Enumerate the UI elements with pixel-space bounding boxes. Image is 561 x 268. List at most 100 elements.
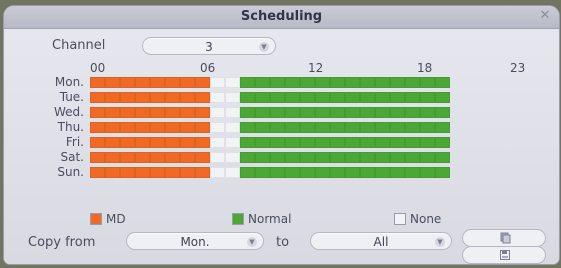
schedule-cell[interactable] xyxy=(225,92,240,103)
schedule-cell[interactable] xyxy=(195,152,210,163)
schedule-cell[interactable] xyxy=(225,152,240,163)
schedule-cell[interactable] xyxy=(255,152,270,163)
schedule-grid[interactable] xyxy=(90,77,520,211)
schedule-cell[interactable] xyxy=(225,167,240,178)
schedule-cell[interactable] xyxy=(120,152,135,163)
schedule-cell[interactable] xyxy=(390,152,405,163)
schedule-cell[interactable] xyxy=(375,77,390,88)
schedule-cell[interactable] xyxy=(90,107,105,118)
schedule-cell[interactable] xyxy=(300,152,315,163)
schedule-cell[interactable] xyxy=(405,152,420,163)
schedule-cell[interactable] xyxy=(180,137,195,148)
schedule-cell[interactable] xyxy=(435,152,450,163)
schedule-row-sat[interactable] xyxy=(90,152,520,163)
schedule-cell[interactable] xyxy=(105,77,120,88)
schedule-cell[interactable] xyxy=(285,152,300,163)
schedule-cell[interactable] xyxy=(285,107,300,118)
schedule-cell[interactable] xyxy=(315,77,330,88)
channel-select[interactable]: 3 ▼ xyxy=(142,37,276,55)
schedule-cell[interactable] xyxy=(180,167,195,178)
schedule-cell[interactable] xyxy=(300,107,315,118)
schedule-cell[interactable] xyxy=(435,122,450,133)
schedule-cell[interactable] xyxy=(150,92,165,103)
schedule-cell[interactable] xyxy=(105,152,120,163)
schedule-cell[interactable] xyxy=(165,92,180,103)
schedule-cell[interactable] xyxy=(195,107,210,118)
schedule-cell[interactable] xyxy=(420,77,435,88)
schedule-cell[interactable] xyxy=(240,137,255,148)
save-button[interactable] xyxy=(462,246,546,264)
schedule-cell[interactable] xyxy=(435,137,450,148)
schedule-cell[interactable] xyxy=(375,122,390,133)
schedule-cell[interactable] xyxy=(90,122,105,133)
schedule-cell[interactable] xyxy=(360,107,375,118)
schedule-cell[interactable] xyxy=(405,137,420,148)
copy-button[interactable] xyxy=(462,229,546,247)
schedule-cell[interactable] xyxy=(240,77,255,88)
schedule-cell[interactable] xyxy=(420,137,435,148)
schedule-cell[interactable] xyxy=(315,122,330,133)
schedule-cell[interactable] xyxy=(90,137,105,148)
schedule-row-sun[interactable] xyxy=(90,167,520,178)
schedule-row-wed[interactable] xyxy=(90,107,520,118)
schedule-cell[interactable] xyxy=(225,137,240,148)
schedule-cell[interactable] xyxy=(285,77,300,88)
schedule-cell[interactable] xyxy=(345,137,360,148)
schedule-cell[interactable] xyxy=(255,77,270,88)
schedule-cell[interactable] xyxy=(255,92,270,103)
schedule-cell[interactable] xyxy=(345,167,360,178)
schedule-cell[interactable] xyxy=(315,152,330,163)
schedule-cell[interactable] xyxy=(150,152,165,163)
schedule-cell[interactable] xyxy=(180,92,195,103)
schedule-cell[interactable] xyxy=(435,92,450,103)
schedule-cell[interactable] xyxy=(255,137,270,148)
schedule-cell[interactable] xyxy=(135,77,150,88)
schedule-row-fri[interactable] xyxy=(90,137,520,148)
schedule-cell[interactable] xyxy=(360,152,375,163)
schedule-cell[interactable] xyxy=(180,107,195,118)
schedule-cell[interactable] xyxy=(165,107,180,118)
schedule-cell[interactable] xyxy=(420,167,435,178)
schedule-cell[interactable] xyxy=(435,167,450,178)
schedule-cell[interactable] xyxy=(150,167,165,178)
schedule-cell[interactable] xyxy=(240,107,255,118)
schedule-cell[interactable] xyxy=(330,122,345,133)
schedule-cell[interactable] xyxy=(330,137,345,148)
schedule-cell[interactable] xyxy=(210,107,225,118)
close-icon[interactable]: ✕ xyxy=(537,8,553,24)
schedule-cell[interactable] xyxy=(120,122,135,133)
schedule-cell[interactable] xyxy=(120,92,135,103)
schedule-row-thu[interactable] xyxy=(90,122,520,133)
schedule-cell[interactable] xyxy=(360,122,375,133)
schedule-cell[interactable] xyxy=(270,107,285,118)
schedule-cell[interactable] xyxy=(405,77,420,88)
schedule-cell[interactable] xyxy=(210,137,225,148)
schedule-cell[interactable] xyxy=(210,167,225,178)
schedule-cell[interactable] xyxy=(300,92,315,103)
schedule-cell[interactable] xyxy=(330,77,345,88)
schedule-cell[interactable] xyxy=(135,107,150,118)
schedule-cell[interactable] xyxy=(345,77,360,88)
schedule-cell[interactable] xyxy=(285,92,300,103)
schedule-cell[interactable] xyxy=(105,122,120,133)
schedule-cell[interactable] xyxy=(90,77,105,88)
schedule-cell[interactable] xyxy=(435,107,450,118)
schedule-cell[interactable] xyxy=(390,77,405,88)
schedule-cell[interactable] xyxy=(120,77,135,88)
schedule-cell[interactable] xyxy=(255,167,270,178)
schedule-cell[interactable] xyxy=(105,167,120,178)
schedule-row-mon[interactable] xyxy=(90,77,520,88)
schedule-cell[interactable] xyxy=(375,167,390,178)
schedule-cell[interactable] xyxy=(285,137,300,148)
schedule-cell[interactable] xyxy=(195,122,210,133)
schedule-cell[interactable] xyxy=(360,77,375,88)
schedule-cell[interactable] xyxy=(105,92,120,103)
schedule-cell[interactable] xyxy=(90,152,105,163)
schedule-cell[interactable] xyxy=(360,167,375,178)
schedule-cell[interactable] xyxy=(165,137,180,148)
schedule-cell[interactable] xyxy=(420,92,435,103)
schedule-cell[interactable] xyxy=(165,122,180,133)
schedule-cell[interactable] xyxy=(390,122,405,133)
schedule-cell[interactable] xyxy=(150,137,165,148)
schedule-cell[interactable] xyxy=(195,77,210,88)
